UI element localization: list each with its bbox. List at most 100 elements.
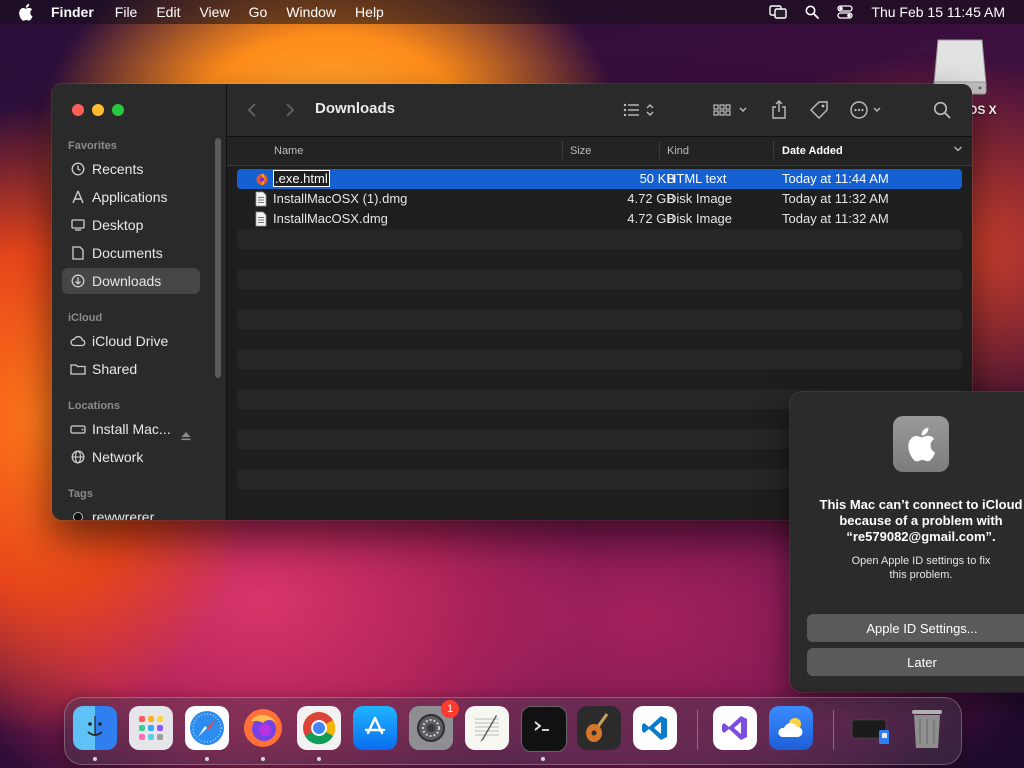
- control-center-icon[interactable]: [837, 5, 854, 19]
- column-header-name[interactable]: Name: [274, 145, 303, 157]
- menu-help[interactable]: Help: [355, 4, 384, 20]
- dock-launchpad-icon[interactable]: [129, 706, 173, 750]
- sidebar-item-icloud-drive[interactable]: iCloud Drive: [62, 328, 200, 354]
- dock-garageband-icon[interactable]: [577, 706, 621, 750]
- empty-row: [237, 369, 962, 389]
- sidebar-item-applications[interactable]: Applications: [62, 184, 200, 210]
- html-file-icon: [255, 171, 269, 187]
- file-row[interactable]: .exe.html 50 KB HTML text Today at 11:44…: [237, 169, 962, 189]
- sidebar-item-documents[interactable]: Documents: [62, 240, 200, 266]
- file-date-added: Today at 11:32 AM: [782, 211, 889, 226]
- empty-row: [237, 329, 962, 349]
- list-view-button[interactable]: [623, 100, 659, 120]
- file-size: 4.72 GB: [627, 211, 675, 226]
- later-button[interactable]: Later: [807, 648, 1024, 676]
- more-actions-icon[interactable]: [849, 100, 885, 120]
- globe-icon: [70, 449, 86, 465]
- sidebar-section-icloud: iCloud: [68, 312, 103, 324]
- sidebar-item-desktop[interactable]: Desktop: [62, 212, 200, 238]
- sidebar-section-locations: Locations: [68, 400, 120, 412]
- sidebar-item-tag[interactable]: rewwrerer: [62, 504, 200, 520]
- running-indicator: [541, 757, 545, 761]
- dock-trash-icon[interactable]: [905, 706, 949, 750]
- sidebar-item-downloads[interactable]: Downloads: [62, 268, 200, 294]
- menu-edit[interactable]: Edit: [156, 4, 180, 20]
- dock-visual-studio-icon[interactable]: [713, 706, 757, 750]
- applications-icon: [70, 189, 86, 205]
- file-row[interactable]: InstallMacOSX.dmg 4.72 GB Disk Image Tod…: [237, 209, 962, 229]
- file-date-added: Today at 11:32 AM: [782, 191, 889, 206]
- empty-row: [237, 249, 962, 269]
- sidebar-item-shared[interactable]: Shared: [62, 356, 200, 382]
- desktop-icon: [70, 217, 86, 233]
- running-indicator: [317, 757, 321, 761]
- sidebar-item-label: rewwrerer: [92, 509, 155, 520]
- tag-dot-icon: [70, 509, 86, 520]
- column-header-date-added[interactable]: Date Added: [782, 145, 843, 157]
- column-header-size[interactable]: Size: [570, 145, 591, 157]
- sidebar-scrollbar[interactable]: [215, 138, 221, 378]
- dock-downloads-stack-icon[interactable]: [849, 706, 893, 750]
- shared-folder-icon: [70, 361, 86, 377]
- sidebar-item-label: Install Mac...: [92, 421, 171, 437]
- sidebar-item-label: Documents: [92, 245, 163, 261]
- sidebar-item-network[interactable]: Network: [62, 444, 200, 470]
- file-row[interactable]: InstallMacOSX (1).dmg 4.72 GB Disk Image…: [237, 189, 962, 209]
- cloud-icon: [70, 333, 86, 349]
- menu-app-name[interactable]: Finder: [51, 4, 94, 20]
- dock-finder-icon[interactable]: [73, 706, 117, 750]
- menu-file[interactable]: File: [115, 4, 138, 20]
- screen-mirroring-icon[interactable]: [769, 5, 788, 19]
- running-indicator: [261, 757, 265, 761]
- sidebar-item-label: Applications: [92, 189, 168, 205]
- close-button[interactable]: [72, 104, 84, 116]
- window-controls: [72, 104, 132, 116]
- eject-icon[interactable]: [180, 429, 192, 441]
- forward-button[interactable]: [285, 100, 295, 120]
- group-by-button[interactable]: [713, 100, 749, 120]
- zoom-button[interactable]: [112, 104, 124, 116]
- dock-firefox-icon[interactable]: [241, 706, 285, 750]
- share-icon[interactable]: [771, 100, 787, 120]
- menu-clock[interactable]: Thu Feb 15 11:45 AM: [871, 4, 1005, 20]
- column-divider[interactable]: [562, 141, 563, 159]
- menu-go[interactable]: Go: [249, 4, 268, 20]
- dock-system-settings-icon[interactable]: 1: [409, 700, 459, 750]
- column-divider[interactable]: [659, 141, 660, 159]
- dock-vscode-icon[interactable]: [633, 706, 677, 750]
- menu-bar: Finder File Edit View Go Window Help Thu…: [0, 0, 1024, 24]
- empty-row: [237, 269, 962, 289]
- file-kind: HTML text: [667, 171, 727, 186]
- back-button[interactable]: [247, 100, 257, 120]
- dock-app-store-icon[interactable]: [353, 706, 397, 750]
- column-header-kind[interactable]: Kind: [667, 145, 689, 157]
- dock-terminal-icon[interactable]: [521, 706, 567, 752]
- column-divider[interactable]: [773, 141, 774, 159]
- search-icon[interactable]: [933, 100, 951, 120]
- desktop-drive-label: OS X: [968, 103, 997, 117]
- dock-weather-icon[interactable]: [769, 706, 813, 750]
- disk-image-file-icon: [255, 191, 269, 207]
- notification-badge: 1: [441, 700, 459, 718]
- sidebar-item-label: Shared: [92, 361, 138, 377]
- dock-chrome-icon[interactable]: [297, 706, 341, 750]
- empty-row: [237, 349, 962, 369]
- minimize-button[interactable]: [92, 104, 104, 116]
- tag-icon[interactable]: [809, 100, 829, 120]
- menu-view[interactable]: View: [199, 4, 229, 20]
- spotlight-search-icon[interactable]: [805, 5, 820, 19]
- sidebar-item-recents[interactable]: Recents: [62, 156, 200, 182]
- sidebar-item-label: Network: [92, 449, 144, 465]
- apple-menu-icon[interactable]: [18, 3, 34, 21]
- menu-window[interactable]: Window: [286, 4, 336, 20]
- column-headers: Name Size Kind Date Added: [227, 137, 972, 166]
- dock-textedit-icon[interactable]: [465, 706, 509, 750]
- file-name: InstallMacOSX (1).dmg: [273, 191, 408, 206]
- apple-id-settings-button[interactable]: Apple ID Settings...: [807, 614, 1024, 642]
- dock-separator: [833, 710, 834, 750]
- sort-chevron-icon[interactable]: [953, 143, 963, 158]
- dock-safari-icon[interactable]: [185, 706, 229, 750]
- file-name-rename-field[interactable]: .exe.html: [273, 170, 330, 187]
- window-title: Downloads: [315, 100, 396, 117]
- drive-icon: [70, 421, 86, 437]
